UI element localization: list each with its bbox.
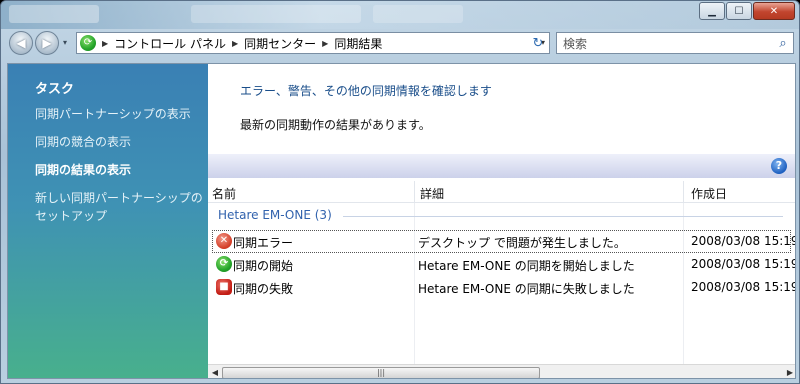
chevron-right-icon[interactable]: ▶ xyxy=(102,39,108,48)
breadcrumb-sync-results[interactable]: 同期結果 xyxy=(334,35,382,52)
background-tab-1 xyxy=(9,5,99,23)
breadcrumb-control-panel[interactable]: コントロール パネル xyxy=(114,35,226,52)
column-header-created[interactable]: 作成日 xyxy=(691,185,727,202)
item-detail: デスクトップ で問題が発生しました。 xyxy=(418,236,626,250)
main-pane: エラー、警告、その他の同期情報を確認します 最新の同期動作の結果があります。 ?… xyxy=(208,64,796,378)
title-bar: ▁ ☐ ✕ xyxy=(1,1,799,29)
chevron-right-icon[interactable]: ▶ xyxy=(322,39,328,48)
scroll-left-button[interactable]: ◀ xyxy=(208,367,222,378)
sync-start-icon: ⟳ xyxy=(216,256,232,272)
horizontal-scrollbar[interactable]: ◀ ||| ▶ xyxy=(208,364,795,378)
maximize-button[interactable]: ☐ xyxy=(726,2,752,20)
task-view-results[interactable]: 同期の結果の表示 xyxy=(35,161,205,179)
sync-results-window: ▁ ☐ ✕ ◀ ▶ ▾ ⟳ ▶ コントロール パネル ▶ 同期センター ▶ 同期… xyxy=(0,0,800,384)
sync-error-icon: ✕ xyxy=(216,233,232,249)
background-tab-2 xyxy=(191,5,361,23)
results-list: ✕ 同期エラー デスクトップ で問題が発生しました。 2008/03/08 15… xyxy=(208,230,796,299)
item-date: 2008/03/08 15:19 xyxy=(691,234,796,248)
list-item[interactable]: ✕ 同期エラー デスクトップ で問題が発生しました。 2008/03/08 15… xyxy=(212,230,795,253)
search-input[interactable]: 検索 xyxy=(563,35,773,52)
search-box[interactable]: 検索 ⌕ xyxy=(556,32,794,54)
minimize-button[interactable]: ▁ xyxy=(699,2,725,20)
scroll-thumb[interactable]: ||| xyxy=(222,367,540,378)
item-name: 同期エラー xyxy=(233,236,294,250)
page-headline: エラー、警告、その他の同期情報を確認します xyxy=(240,84,492,98)
column-header-details[interactable]: 詳細 xyxy=(420,185,444,202)
item-detail: Hetare EM-ONE の同期に失敗しました xyxy=(418,282,635,296)
back-button[interactable]: ◀ xyxy=(9,31,33,55)
refresh-button[interactable]: ↻ xyxy=(525,32,551,54)
breadcrumb-sync-center[interactable]: 同期センター xyxy=(244,35,316,52)
item-date: 2008/03/08 15:19 xyxy=(691,280,796,294)
background-tab-3 xyxy=(373,5,463,23)
task-view-conflicts[interactable]: 同期の競合の表示 xyxy=(35,133,205,151)
forward-button[interactable]: ▶ xyxy=(35,31,59,55)
task-view-partnerships[interactable]: 同期パートナーシップの表示 xyxy=(35,105,205,123)
task-pane-title: タスク xyxy=(35,82,75,97)
list-item[interactable]: ⟳ 同期の開始 Hetare EM-ONE の同期を開始しました 2008/03… xyxy=(208,253,796,276)
sync-center-icon: ⟳ xyxy=(80,35,96,51)
column-divider[interactable] xyxy=(414,181,415,203)
address-bar[interactable]: ⟳ ▶ コントロール パネル ▶ 同期センター ▶ 同期結果 ▾ xyxy=(76,32,550,54)
content-area: タスク 同期パートナーシップの表示 同期の競合の表示 同期の結果の表示 新しい同… xyxy=(7,63,796,379)
item-name: 同期の失敗 xyxy=(233,282,294,296)
column-headers: 名前 詳細 作成日 xyxy=(208,181,795,203)
sync-fail-icon: ■ xyxy=(216,279,232,295)
help-icon[interactable]: ? xyxy=(771,158,787,174)
group-header[interactable]: Hetare EM-ONE (3) xyxy=(218,208,332,222)
search-icon[interactable]: ⌕ xyxy=(773,36,793,51)
item-date: 2008/03/08 15:19 xyxy=(691,257,796,271)
page-description: 最新の同期動作の結果があります。 xyxy=(240,118,431,132)
navigation-bar: ◀ ▶ ▾ ⟳ ▶ コントロール パネル ▶ 同期センター ▶ 同期結果 ▾ ↻… xyxy=(1,29,799,59)
item-name: 同期の開始 xyxy=(233,259,294,273)
item-detail: Hetare EM-ONE の同期を開始しました xyxy=(418,259,635,273)
group-divider xyxy=(343,216,783,217)
window-controls: ▁ ☐ ✕ xyxy=(699,2,795,20)
column-header-name[interactable]: 名前 xyxy=(212,185,236,202)
column-divider[interactable] xyxy=(683,181,684,203)
task-setup-partnership[interactable]: 新しい同期パートナーシップのセットアップ xyxy=(35,189,205,225)
command-bar: ? xyxy=(208,154,795,178)
recent-pages-dropdown[interactable]: ▾ xyxy=(63,38,67,47)
list-item[interactable]: ■ 同期の失敗 Hetare EM-ONE の同期に失敗しました 2008/03… xyxy=(208,276,796,299)
task-pane: タスク 同期パートナーシップの表示 同期の競合の表示 同期の結果の表示 新しい同… xyxy=(8,64,208,378)
scroll-right-button[interactable]: ▶ xyxy=(783,367,795,378)
close-button[interactable]: ✕ xyxy=(753,2,795,20)
chevron-right-icon[interactable]: ▶ xyxy=(232,39,238,48)
